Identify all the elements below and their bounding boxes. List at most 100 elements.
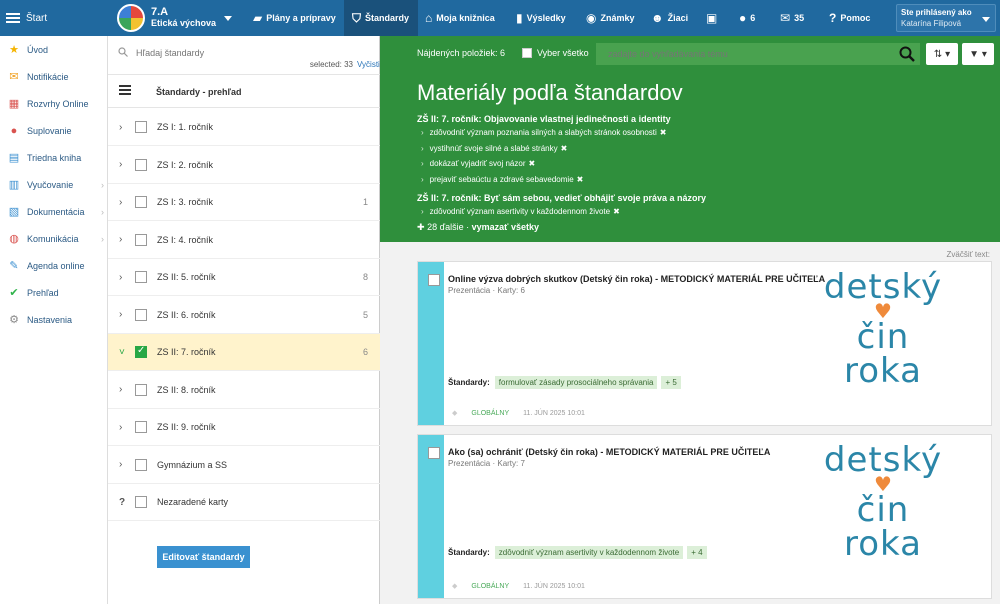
standard-checkbox[interactable] <box>135 233 147 246</box>
standard-checkbox[interactable] <box>135 121 147 133</box>
chevron-right-icon[interactable]: › <box>119 234 122 245</box>
card-checkbox[interactable] <box>428 447 440 459</box>
card-subtitle: Prezentácia · Karty: 6 <box>448 286 525 295</box>
more-tags[interactable]: + 5 <box>661 376 681 389</box>
zoom-text-label[interactable]: Zväčšiť text: <box>947 250 990 259</box>
standard-row[interactable]: › ZS II: 6. ročník 5 <box>108 297 380 334</box>
remove-icon[interactable]: ✖ <box>613 207 620 216</box>
filter-header: Nájdených položiek: 6 Vyber všetko ⇅ ▾ ▼… <box>380 36 1000 242</box>
sidebar-item-9[interactable]: ✔ Prehľad <box>0 279 108 306</box>
sidebar-item-10[interactable]: ⚙ Nastavenia <box>0 306 108 333</box>
topic-search-input[interactable] <box>596 43 920 65</box>
sidebar-item-6[interactable]: ▧ Dokumentácia › <box>0 198 108 225</box>
standard-checkbox[interactable] <box>135 158 147 171</box>
standard-row[interactable]: ˅ ZS II: 7. ročník 6 <box>108 334 380 371</box>
open-book-icon: ▥ <box>8 179 20 191</box>
plus-icon: ✚ <box>417 222 425 232</box>
check-circle-icon: ✔ <box>9 287 19 299</box>
standard-checkbox[interactable] <box>135 496 147 508</box>
nav-mail[interactable]: ✉ 35 <box>780 0 816 36</box>
sidebar-item-label: Rozvrhy Online <box>27 98 89 109</box>
hamburger-icon <box>6 11 20 25</box>
standard-checkbox[interactable] <box>135 421 147 433</box>
standard-checkbox[interactable] <box>135 458 147 471</box>
select-all-checkbox[interactable]: Vyber všetko <box>522 48 589 58</box>
class-name: 7.A <box>151 6 169 18</box>
nav-messages[interactable]: ● 6 <box>739 0 769 36</box>
standard-checkbox[interactable] <box>135 271 147 283</box>
start-menu-button[interactable]: Štart <box>6 0 47 36</box>
card-checkbox[interactable] <box>428 274 440 286</box>
chevron-right-icon[interactable]: › <box>119 122 122 133</box>
card-title[interactable]: Ako (sa) ochrániť (Detský čin roka) - ME… <box>448 447 770 457</box>
standard-row[interactable]: › ZS I: 2. ročník <box>108 147 380 184</box>
chevron-right-icon[interactable]: › <box>119 309 122 320</box>
card-date: 11. JÚN 2025 10:01 <box>523 582 585 590</box>
standard-row[interactable]: › ZS II: 8. ročník <box>108 372 380 409</box>
select-all-box[interactable] <box>522 48 532 58</box>
sidebar-item-5[interactable]: ▥ Vyučovanie › <box>0 171 108 198</box>
remove-icon[interactable]: ✖ <box>660 128 667 137</box>
remove-icon[interactable]: ✖ <box>529 159 536 168</box>
standard-row[interactable]: › ZS I: 1. ročník <box>108 109 380 146</box>
standard-tag[interactable]: formulovať zásady prosociálneho správani… <box>494 376 658 389</box>
standard-checkbox[interactable] <box>135 308 147 321</box>
sidebar-item-2[interactable]: ▦ Rozvrhy Online <box>0 90 108 117</box>
sidebar-item-4[interactable]: ▤ Triedna kniha <box>0 144 108 171</box>
shield-icon: ⛉ <box>352 10 362 25</box>
sort-button[interactable]: ⇅ ▾ <box>926 43 958 65</box>
standard-checkbox[interactable] <box>135 383 147 396</box>
envelope-icon: ✉ <box>9 71 19 83</box>
sidebar-item-1[interactable]: ✉ Notifikácie <box>0 63 108 90</box>
sidebar-item-0[interactable]: ★ Úvod <box>0 36 108 63</box>
more-tags[interactable]: + 4 <box>687 546 707 559</box>
remove-icon[interactable]: ✖ <box>561 144 568 153</box>
standard-row[interactable]: ? Nezaradené karty <box>108 484 380 521</box>
standard-row[interactable]: › ZS I: 4. ročník <box>108 222 380 259</box>
sidebar: ★ Úvod ✉ Notifikácie ▦ Rozvrhy Online ● Suplova… <box>0 36 108 604</box>
sidebar-item-7[interactable]: ◍ Komunikácia › <box>0 225 108 252</box>
cog-icon: ⚙ <box>9 314 19 326</box>
standard-row[interactable]: › Gymnázium a SS <box>108 447 380 484</box>
search-icon[interactable] <box>898 45 916 63</box>
standard-row[interactable]: › ZS II: 9. ročník <box>108 409 380 446</box>
filter-button[interactable]: ▼ ▾ <box>962 43 994 65</box>
card-title[interactable]: Online výzva dobrých skutkov (Detský čin… <box>448 274 825 284</box>
material-card[interactable]: Ako (sa) ochrániť (Detský čin roka) - ME… <box>417 434 992 599</box>
chevron-right-icon[interactable]: › <box>119 197 122 208</box>
standard-row[interactable]: › ZS II: 5. ročník 8 <box>108 259 380 296</box>
material-card[interactable]: Online výzva dobrých skutkov (Detský čin… <box>417 261 992 426</box>
standard-checkbox[interactable] <box>135 345 147 358</box>
nav-standards[interactable]: ⛉ Štandardy <box>344 0 418 36</box>
standards-overview-header[interactable]: Štandardy - prehľad <box>108 74 380 108</box>
nav-help[interactable]: ? Pomoc <box>829 0 881 36</box>
edit-standards-button[interactable]: Editovať štandardy <box>157 546 250 568</box>
nav-plans[interactable]: ▰ Plány a prípravy <box>251 0 341 36</box>
nav-students[interactable]: ☻ Žiaci <box>651 0 699 36</box>
more-standards-link[interactable]: 28 ďalšie <box>427 222 464 232</box>
standard-row[interactable]: › ZS I: 3. ročník 1 <box>108 184 380 221</box>
standard-label: ZS I: 1. ročník <box>157 122 214 132</box>
nav-library[interactable]: ⌂ Moja knižnica <box>425 0 509 36</box>
chevron-right-icon[interactable]: › <box>119 272 122 283</box>
nav-results[interactable]: ▮ Výsledky <box>516 0 580 36</box>
standard-checkbox[interactable] <box>135 196 147 208</box>
chevron-down-icon[interactable]: ˅ <box>119 347 125 358</box>
sidebar-item-8[interactable]: ✎ Agenda online <box>0 252 108 279</box>
nav-grades[interactable]: ◉ Známky <box>586 0 644 36</box>
chevron-right-icon[interactable]: › <box>119 384 122 395</box>
clear-selection-link[interactable]: Vyčistiť <box>357 60 383 69</box>
sidebar-item-3[interactable]: ● Suplovanie <box>0 117 108 144</box>
class-selector[interactable]: 7.A Etická výchova <box>117 4 233 32</box>
standard-tag[interactable]: zdôvodniť význam asertivity v každodenno… <box>494 546 684 559</box>
chevron-right-icon[interactable]: › <box>119 422 122 433</box>
chevron-right-icon[interactable]: › <box>119 459 122 470</box>
standard-filter-item: › zdôvodniť význam poznania silných a sla… <box>421 128 667 137</box>
standards-search-input[interactable] <box>136 46 366 60</box>
user-menu[interactable]: Ste prihlásený ako Katarína Filipová <box>896 4 996 32</box>
clear-all-link[interactable]: vymazať všetky <box>472 222 539 232</box>
chevron-right-icon[interactable]: › <box>119 159 122 170</box>
question-icon[interactable]: ? <box>119 497 125 508</box>
nav-screen[interactable]: ▣ <box>706 0 726 36</box>
remove-icon[interactable]: ✖ <box>577 175 584 184</box>
